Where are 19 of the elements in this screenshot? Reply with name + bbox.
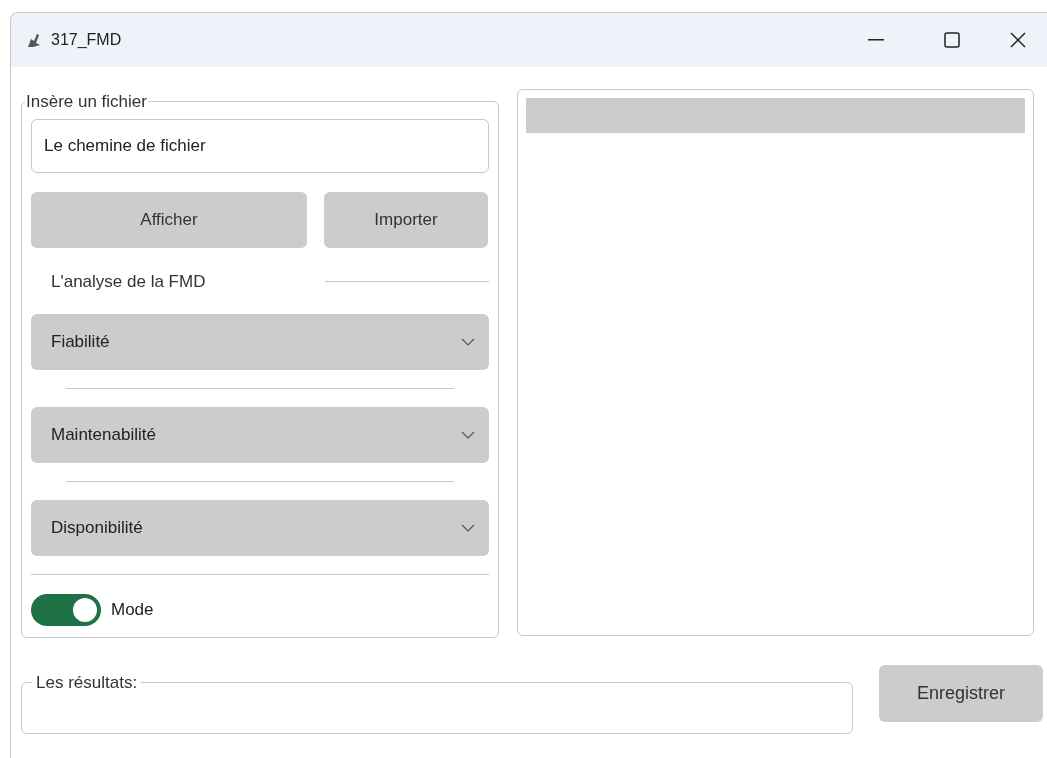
chevron-down-icon bbox=[461, 523, 475, 532]
window-title: 317_FMD bbox=[51, 30, 122, 50]
close-icon bbox=[1010, 32, 1026, 48]
mode-toggle[interactable] bbox=[31, 593, 101, 626]
chevron-down-icon bbox=[461, 337, 475, 346]
importer-button[interactable]: Importer bbox=[324, 191, 488, 248]
chevron-down-icon bbox=[461, 430, 475, 439]
afficher-button[interactable]: Afficher bbox=[31, 191, 307, 248]
save-button[interactable]: Enregistrer bbox=[879, 665, 1043, 722]
dropdown[interactable]: Disponibilité bbox=[31, 499, 489, 556]
file-path-field[interactable]: Le chemine de fichier bbox=[31, 118, 489, 173]
minimize-icon bbox=[868, 39, 884, 41]
dropdown[interactable]: Maintenabilité bbox=[31, 406, 489, 463]
dropdown[interactable]: Fiabilité bbox=[31, 313, 489, 370]
group-legend: Les résultats: bbox=[32, 670, 142, 696]
section-heading: L'analyse de la FMD bbox=[51, 270, 206, 293]
maximize-icon bbox=[944, 32, 960, 48]
group-legend: Insère un fichier bbox=[25, 89, 148, 115]
toggle-label: Mode bbox=[111, 598, 154, 621]
